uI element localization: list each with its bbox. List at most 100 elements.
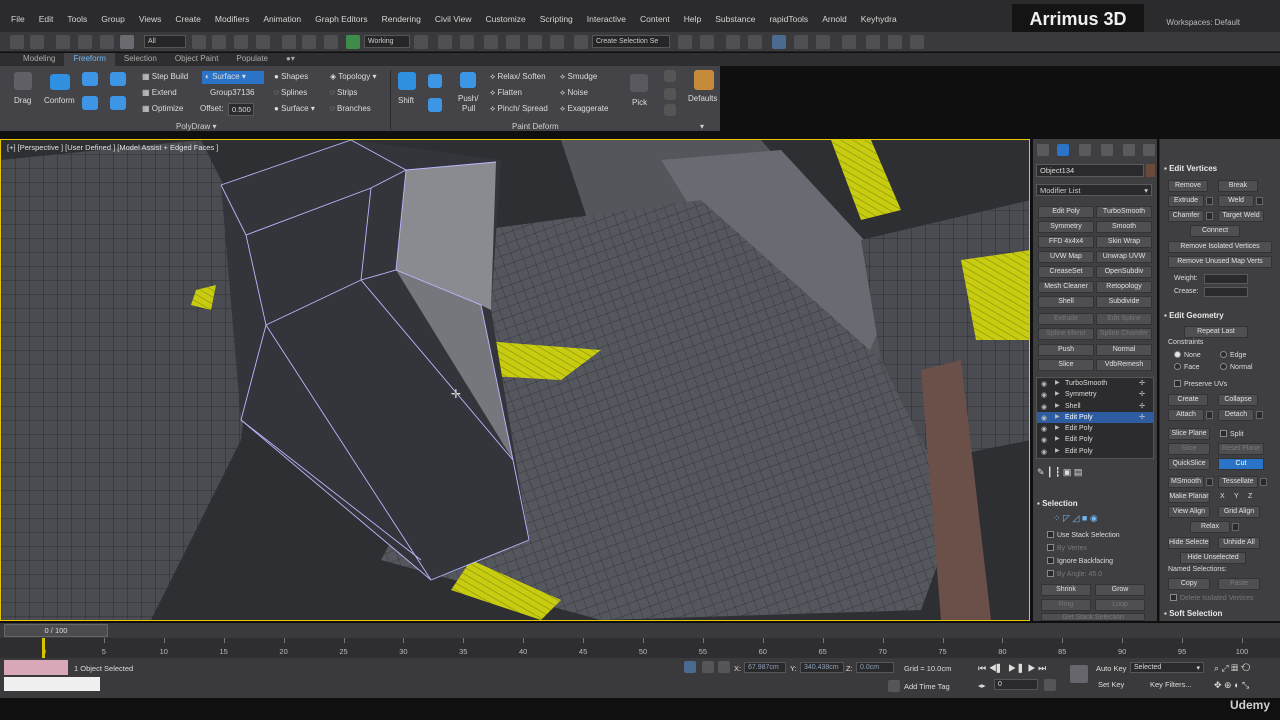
remove-button[interactable]: Remove <box>1168 180 1208 192</box>
create-button[interactable]: Create <box>1168 394 1208 406</box>
shift-icon[interactable] <box>398 72 416 90</box>
attach-button[interactable]: Attach <box>1168 409 1204 421</box>
target-weld-button[interactable]: Target Weld <box>1218 210 1264 222</box>
time-slider[interactable]: 0 / 100 <box>0 623 1280 638</box>
tab-selection[interactable]: Selection <box>115 53 166 66</box>
selection-rollout-header[interactable]: ▪ Selection <box>1037 499 1078 508</box>
window-crossing-icon[interactable] <box>256 35 270 49</box>
connect-button[interactable]: Connect <box>1190 225 1240 237</box>
render-setup-icon[interactable] <box>866 35 880 49</box>
expand-arrow-icon[interactable]: ▶ <box>1055 401 1060 412</box>
hide-unselected-button[interactable]: Hide Unselected <box>1180 552 1246 564</box>
align-icon[interactable] <box>700 35 714 49</box>
get-stack-selection-button[interactable]: Get Stack Selection <box>1041 613 1145 621</box>
planar-z-button[interactable]: Z <box>1248 493 1252 500</box>
extend-button[interactable]: ▦ Extend <box>142 88 177 97</box>
spinner-snap-icon[interactable] <box>550 35 564 49</box>
move-icon[interactable] <box>282 35 296 49</box>
modifier-button[interactable]: Smooth <box>1096 221 1152 233</box>
conform-brush-icon[interactable] <box>82 72 98 86</box>
edit-named-selection-icon[interactable] <box>574 35 588 49</box>
tessellate-button[interactable]: Tessellate <box>1218 476 1258 488</box>
percent-snap-icon[interactable] <box>528 35 542 49</box>
step-build-button[interactable]: ▦ Step Build <box>142 72 188 81</box>
create-tab-icon[interactable] <box>1037 144 1049 156</box>
tab-freeform[interactable]: Freeform <box>64 53 115 66</box>
modifier-button[interactable]: CreaseSet <box>1038 266 1094 278</box>
drag-icon[interactable] <box>14 72 32 90</box>
modifier-button[interactable]: Retopology <box>1096 281 1152 293</box>
modifier-button[interactable]: Subdivide <box>1096 296 1152 308</box>
constraint-normal-radio[interactable]: Normal <box>1220 363 1253 371</box>
scene-explorer-icon[interactable] <box>726 35 740 49</box>
stack-toggle-icon[interactable]: ✢ <box>1139 378 1145 389</box>
modifier-button[interactable]: Unwrap UVW <box>1096 251 1152 263</box>
link-icon[interactable] <box>56 35 70 49</box>
x-coordinate-field[interactable]: 67.987cm <box>744 662 786 673</box>
menu-edit[interactable]: Edit <box>32 14 61 24</box>
subobject-level-icons[interactable]: ⁘ ◸ ◿ ■ ◉ <box>1053 513 1098 524</box>
toggle-ribbon-icon[interactable] <box>772 35 786 49</box>
view-align-button[interactable]: View Align <box>1168 506 1210 518</box>
push-pull-label-1[interactable]: Push/ <box>458 94 478 103</box>
modifier-button[interactable]: Edit Poly <box>1038 206 1094 218</box>
defaults-icon[interactable] <box>694 70 714 90</box>
schematic-view-icon[interactable] <box>816 35 830 49</box>
auto-key-button[interactable]: Auto Key <box>1096 664 1126 673</box>
strips-button[interactable]: ◌ Strips <box>330 88 357 97</box>
stack-toggle-icon[interactable]: ✢ <box>1139 401 1145 412</box>
menu-animation[interactable]: Animation <box>256 14 308 24</box>
modifier-button[interactable]: Mesh Cleaner <box>1038 281 1094 293</box>
pinch-spread-button[interactable]: ⟡ Pinch/ Spread <box>490 104 548 114</box>
add-time-tag-button[interactable]: Add Time Tag <box>904 682 950 691</box>
cut-button[interactable]: Cut <box>1218 458 1264 470</box>
viewport-nav-controls[interactable]: ⌕ ⤢ ▦ ⟲ <box>1214 663 1250 674</box>
key-filters-button[interactable]: Key Filters... <box>1150 680 1192 689</box>
track-bar[interactable]: 0510152025303540455055606570758085909510… <box>0 638 1280 658</box>
weld-settings-icon[interactable] <box>1256 197 1263 205</box>
constraint-face-radio[interactable]: Face <box>1174 363 1200 371</box>
defaults-label[interactable]: Defaults <box>688 94 717 103</box>
selection-filter-dropdown[interactable]: All <box>144 35 186 48</box>
ribbon-options-icon[interactable]: ●▾ <box>277 53 304 66</box>
placement-icon[interactable] <box>346 35 360 49</box>
delete-isolated-checkbox[interactable]: Delete Isolated Vertices <box>1170 594 1254 602</box>
select-object-icon[interactable] <box>192 35 206 49</box>
menu-civil-view[interactable]: Civil View <box>428 14 479 24</box>
tab-object-paint[interactable]: Object Paint <box>166 53 228 66</box>
flatten-button[interactable]: ⟡ Flatten <box>490 88 522 98</box>
time-slider-thumb[interactable]: 0 / 100 <box>4 624 108 637</box>
topology-button[interactable]: ◈ Topology ▾ <box>330 72 377 81</box>
menu-content[interactable]: Content <box>633 14 677 24</box>
crease-spinner[interactable] <box>1204 287 1248 297</box>
modifier-button[interactable]: Edit Spline <box>1096 313 1152 325</box>
playback-controls[interactable]: ⏮ ◀▍ ▶ ▍▶ ⏭ <box>978 663 1046 674</box>
mirror-icon[interactable] <box>678 35 692 49</box>
selection-region-icon[interactable] <box>234 35 248 49</box>
modifier-button[interactable]: FFD 4x4x4 <box>1038 236 1094 248</box>
selection-lock-icon[interactable] <box>702 661 714 673</box>
slice-plane-button[interactable]: Slice Plane <box>1168 428 1210 440</box>
maxscript-listener[interactable] <box>4 660 68 675</box>
detach-button[interactable]: Detach <box>1218 409 1254 421</box>
shift-rotate-icon[interactable] <box>428 74 442 88</box>
expand-arrow-icon[interactable]: ▶ <box>1055 446 1060 457</box>
select-filter-icon[interactable] <box>120 35 134 49</box>
pick-icon[interactable] <box>630 74 648 92</box>
menu-tools[interactable]: Tools <box>60 14 94 24</box>
modifier-button[interactable]: Shell <box>1038 296 1094 308</box>
offset-field[interactable]: 0.500 <box>228 103 254 116</box>
paste-button[interactable]: Paste <box>1218 578 1260 590</box>
modifier-stack[interactable]: ◉ ▶ TurboSmooth ✢ ◉ ▶ Symmetry ✢ ◉ ▶ Shell ✢ ◉ ▶ Edit … <box>1036 377 1154 459</box>
reset-plane-button[interactable]: Reset Plane <box>1218 443 1264 455</box>
detach-settings-icon[interactable] <box>1256 411 1263 419</box>
modifier-button[interactable]: OpenSubdiv <box>1096 266 1152 278</box>
modifier-button[interactable]: Symmetry <box>1038 221 1094 233</box>
select-by-name-icon[interactable] <box>212 35 226 49</box>
polydraw-panel-label[interactable]: PolyDraw ▾ <box>176 122 216 131</box>
y-coordinate-field[interactable]: 340.438cm <box>800 662 844 673</box>
pick-option-3-icon[interactable] <box>664 104 676 116</box>
modifier-button[interactable]: UVW Map <box>1038 251 1094 263</box>
menu-modifiers[interactable]: Modifiers <box>208 14 256 24</box>
utilities-tab-icon[interactable] <box>1143 144 1155 156</box>
